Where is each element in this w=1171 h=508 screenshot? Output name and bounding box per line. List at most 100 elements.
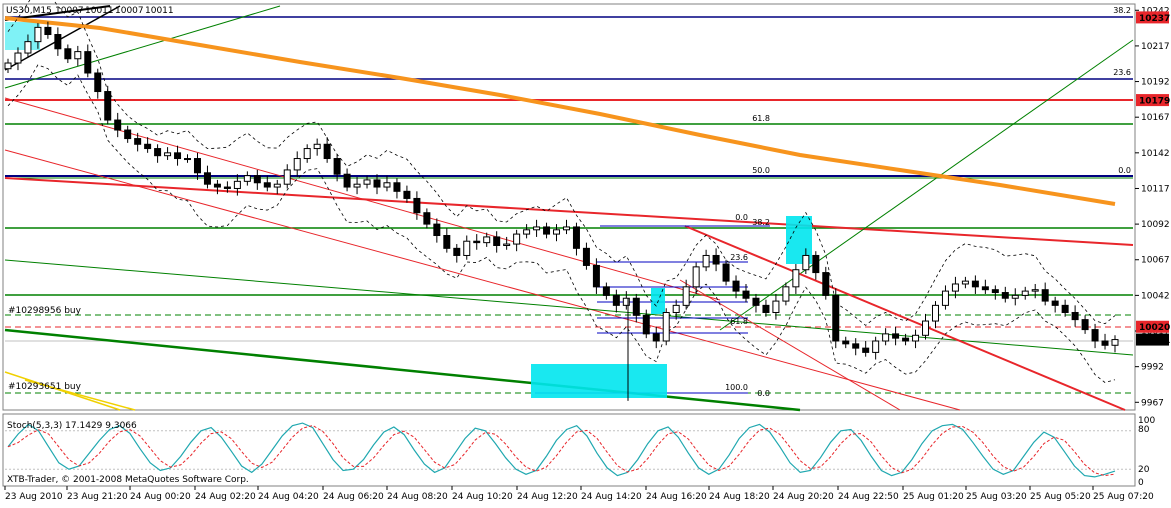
candle-body: [104, 91, 112, 121]
order-label-2: #10293651 buy: [8, 382, 82, 392]
candle-body: [383, 182, 391, 188]
x-tick-label: 24 Aug 02:20: [195, 492, 256, 502]
candle-body: [632, 297, 640, 316]
candle-body: [892, 333, 900, 339]
candle-body: [243, 175, 251, 182]
candle-body: [732, 280, 740, 292]
candle-body: [174, 152, 182, 160]
candle-body: [433, 223, 441, 237]
candle-body: [1031, 289, 1039, 292]
candle-body: [353, 183, 361, 188]
candle-body: [832, 294, 840, 342]
candle-body: [772, 300, 780, 313]
candle-body: [852, 343, 860, 349]
fib-level-label: 0.0: [735, 213, 748, 222]
y-tick-label: 10217: [1141, 42, 1170, 52]
candle-body: [792, 269, 800, 288]
ohlc-close: 10011: [145, 6, 174, 16]
candle-body: [64, 48, 72, 60]
watermark: XTB-Trader, © 2001-2008 MetaQuotes Softw…: [7, 475, 249, 485]
candle-body: [323, 143, 331, 160]
candle-body: [144, 143, 152, 150]
x-tick-label: 24 Aug 20:20: [773, 492, 834, 502]
candle-body: [184, 158, 192, 161]
candle-body: [483, 236, 491, 244]
candle-body: [213, 183, 221, 188]
candle-body: [293, 158, 301, 171]
candle-body: [1061, 304, 1069, 313]
y-tick-label: 10192: [1141, 78, 1170, 88]
candle-body: [902, 337, 910, 342]
candle-body: [642, 314, 650, 335]
candle-body: [572, 226, 580, 249]
candle-body: [1041, 289, 1049, 302]
x-tick-label: 24 Aug 22:50: [838, 492, 899, 502]
candle-body: [223, 186, 231, 189]
candle-body: [303, 148, 311, 160]
fib-level-label: 61.8: [752, 114, 770, 123]
candle-body: [981, 286, 989, 291]
fib-level-label: 23.6: [1113, 68, 1131, 77]
y-tick-label: 10092: [1141, 220, 1170, 230]
candle-body: [363, 179, 371, 185]
candle-body: [802, 254, 810, 271]
x-tick-label: 24 Aug 10:20: [452, 492, 513, 502]
x-tick-label: 24 Aug 00:20: [130, 492, 191, 502]
candle-body: [24, 41, 32, 54]
candle-body: [193, 158, 201, 174]
candle-body: [94, 72, 102, 93]
x-tick-label: 24 Aug 12:20: [517, 492, 578, 502]
y-tick-label: 9992: [1141, 363, 1164, 373]
candle-body: [124, 129, 132, 140]
candle-body: [1011, 294, 1019, 299]
candle-body: [393, 182, 401, 192]
price-badge-label: 10011: [1139, 336, 1170, 346]
ohlc-low: 10007: [115, 6, 144, 16]
candle-body: [882, 333, 890, 342]
candle-body: [164, 152, 172, 157]
candle-body: [652, 333, 660, 342]
candle-body: [463, 240, 471, 256]
candle-body: [313, 143, 321, 150]
candle-body: [941, 290, 949, 306]
y-tick-label: 10042: [1141, 291, 1170, 301]
candle-body: [54, 34, 62, 50]
candle-body: [842, 340, 850, 345]
candle-body: [1091, 329, 1099, 342]
fib-level-label: 100.0: [725, 383, 748, 392]
candle-body: [912, 334, 920, 342]
candle-body: [1111, 339, 1119, 346]
candle-body: [14, 52, 22, 64]
candle-body: [203, 172, 211, 185]
candle-body: [592, 264, 600, 288]
x-tick-label: 24 Aug 08:20: [387, 492, 448, 502]
fib-level-label: 50.0: [752, 166, 770, 175]
stoch-axis-0: 0: [1138, 478, 1144, 488]
candle-body: [812, 254, 820, 274]
y-tick-label: 10067: [1141, 256, 1170, 266]
x-tick-label: 24 Aug 16:20: [646, 492, 707, 502]
fib-level-label: 0.0: [1118, 166, 1131, 175]
candle-body: [931, 304, 939, 322]
candle-body: [1071, 311, 1079, 321]
stoch-axis-20: 20: [1138, 465, 1150, 475]
candle-body: [84, 51, 92, 74]
candle-body: [1081, 319, 1089, 331]
candle-body: [612, 294, 620, 306]
candle-body: [961, 280, 969, 285]
candle-body: [74, 51, 82, 60]
candle-body: [253, 175, 261, 184]
x-tick-label: 24 Aug 14:20: [581, 492, 642, 502]
trading-chart[interactable]: 38.2 23.6 61.8 50.0 0.0 0.0 38.2 23.6 61.8 100.0 0…: [0, 0, 1171, 504]
candle-body: [712, 254, 720, 265]
candle-body: [154, 148, 162, 157]
candle-body: [752, 297, 760, 306]
ohlc-high: 10011: [85, 6, 114, 16]
candle-body: [662, 311, 670, 342]
candle-body: [971, 280, 979, 288]
candle-body: [283, 169, 291, 185]
candle-body: [533, 226, 541, 231]
stoch-label: Stoch(5,3,3) 17.1429 9.3066: [7, 421, 137, 431]
chart-svg: 38.2 23.6 61.8 50.0 0.0 0.0 38.2 23.6 61.8 100.0 0…: [0, 0, 1171, 504]
candle-body: [682, 286, 690, 306]
